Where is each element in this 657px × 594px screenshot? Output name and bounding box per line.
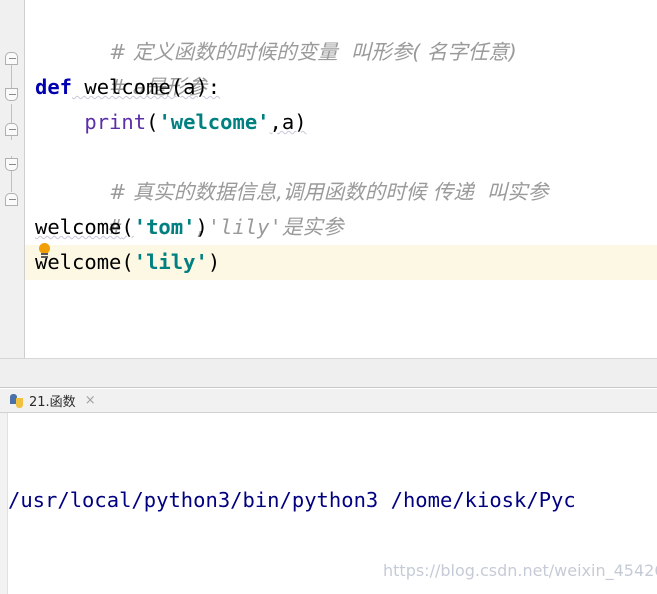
close-paren: ) bbox=[195, 215, 208, 239]
code-line[interactable]: # a是形参 bbox=[25, 35, 657, 99]
code-line[interactable]: print('welcome',a) bbox=[25, 105, 657, 140]
console-output-area[interactable]: /usr/local/python3/bin/python3 /home/kio… bbox=[0, 413, 657, 594]
code-line[interactable]: # 'tom','lily'是实参 bbox=[25, 175, 657, 239]
console-command-line: /usr/local/python3/bin/python3 /home/kio… bbox=[8, 488, 576, 512]
console-output-line: welcome tom bbox=[8, 588, 657, 594]
lightbulb-icon[interactable] bbox=[38, 243, 51, 259]
python-file-icon bbox=[10, 393, 24, 408]
close-icon[interactable]: × bbox=[85, 393, 96, 408]
code-text-area[interactable]: # 定义函数的时候的变量 叫形参( 名字任意) # a是形参 def welco… bbox=[25, 0, 657, 358]
code-editor-pane[interactable]: # 定义函数的时候的变量 叫形参( 名字任意) # a是形参 def welco… bbox=[0, 0, 657, 358]
fold-marker-collapse-3[interactable] bbox=[5, 88, 19, 102]
editor-gutter[interactable] bbox=[0, 0, 25, 358]
string-literal: 'lily' bbox=[133, 250, 208, 274]
open-paren: ( bbox=[121, 215, 134, 239]
run-tab-label: 21.函数 bbox=[29, 395, 76, 410]
editor-console-splitter[interactable] bbox=[0, 358, 657, 388]
builtin-print: print bbox=[84, 110, 147, 134]
open-paren: ( bbox=[146, 110, 159, 134]
string-literal: 'welcome' bbox=[158, 110, 270, 134]
call-function-name: welcome bbox=[35, 215, 122, 239]
console-gutter bbox=[0, 413, 8, 594]
fold-marker-collapse-4[interactable] bbox=[5, 123, 19, 137]
print-args-tail: ,a) bbox=[269, 110, 307, 134]
code-line[interactable]: welcome('tom') bbox=[25, 210, 657, 245]
code-line[interactable]: # 真实的数据信息,调用函数的时候 传递 叫实参 bbox=[25, 140, 657, 204]
run-tab-21-hanshu[interactable]: 21.函数 × bbox=[6, 389, 100, 412]
open-paren: ( bbox=[121, 250, 134, 274]
code-line-current[interactable]: welcome('lily') bbox=[25, 245, 657, 280]
run-tool-window: 21.函数 × /usr/local/python3/bin/python3 /… bbox=[0, 389, 657, 594]
keyword-def: def bbox=[35, 75, 73, 99]
function-signature: welcome(a): bbox=[72, 75, 221, 99]
fold-marker-collapse-6[interactable] bbox=[5, 193, 19, 207]
run-tab-bar: 21.函数 × bbox=[0, 389, 657, 413]
string-literal: 'tom' bbox=[133, 215, 196, 239]
code-line[interactable]: # 定义函数的时候的变量 叫形参( 名字任意) bbox=[25, 0, 657, 64]
fold-marker-collapse-5[interactable] bbox=[5, 158, 19, 172]
close-paren: ) bbox=[207, 250, 221, 274]
code-line[interactable]: def welcome(a): bbox=[25, 70, 657, 105]
fold-marker-collapse-2[interactable] bbox=[5, 52, 19, 66]
